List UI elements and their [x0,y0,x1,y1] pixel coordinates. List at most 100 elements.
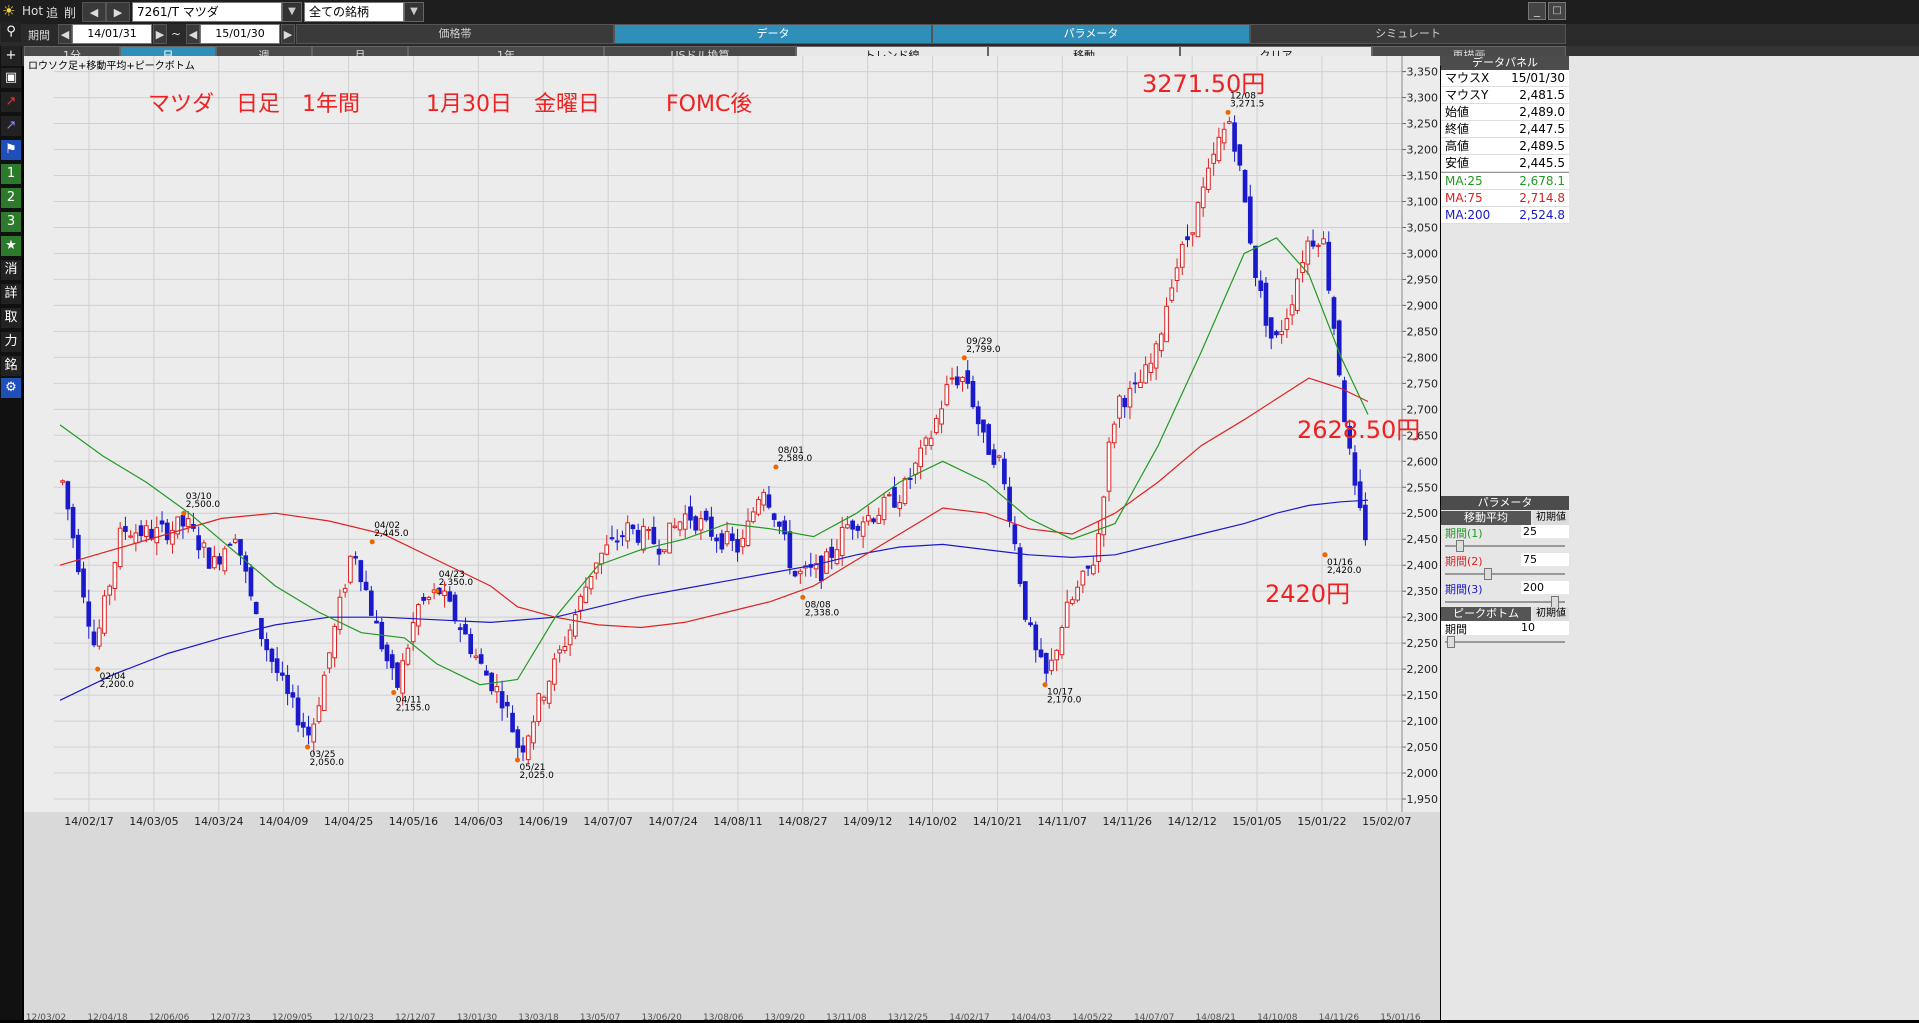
pb-period-value[interactable]: 10 [1521,621,1567,634]
tab-simulate[interactable]: シミュレート [1250,24,1566,44]
from-next-button[interactable]: ▶ [153,24,167,44]
candle-body [1357,481,1363,509]
date-to-input[interactable]: 15/01/30 [200,24,280,44]
tab-price-zone[interactable]: 価格帯 [296,24,614,44]
candle-body [81,568,86,598]
gear-icon[interactable]: ⚙ [1,378,21,398]
preset-1-button[interactable]: 1 [1,164,21,184]
candle-body [86,601,92,627]
x-tick-label: 14/12/12 [1167,815,1216,828]
candle-body [635,529,641,543]
maximize-icon[interactable]: □ [1548,2,1566,20]
data-row-label: MA:75 [1445,191,1483,205]
pb-slider-thumb[interactable] [1447,636,1455,648]
candle-body [405,647,411,665]
slider-track[interactable] [1445,573,1565,575]
x-tick-label: 14/11/07 [1038,815,1087,828]
symbol-input[interactable]: 7261/T マツダ [132,2,282,22]
candle-body [981,419,986,433]
tab-parameter[interactable]: パラメータ [932,24,1250,44]
candle-body [201,542,207,548]
candle-body [902,478,908,505]
date-from-input[interactable]: 14/01/31 [72,24,152,44]
pb-reset-button[interactable]: 初期値 [1533,607,1569,621]
candle-body [1195,202,1201,238]
star-icon[interactable]: ★ [1,236,21,256]
hot-button[interactable]: Hot [22,4,43,18]
from-prev-button[interactable]: ◀ [58,24,72,44]
detail-button[interactable]: 詳 [1,284,21,304]
x-tick-label: 14/03/24 [194,815,243,828]
x-tick-label: 14/04/25 [324,815,373,828]
candle-body [1153,343,1159,369]
overview-tick-label: 15/01/16 [1380,1013,1421,1020]
peak-bottom-marker [391,689,397,695]
candle-body [358,560,364,583]
line-icon[interactable]: ↗ [1,116,21,136]
universe-dropdown[interactable]: ▼ [404,2,424,22]
y-tick-label: 3,350 [1407,66,1439,79]
fetch-button[interactable]: 取 [1,308,21,328]
symbol-dropdown[interactable]: ▼ [282,2,302,22]
ma-period-slider[interactable] [1441,567,1569,581]
erase-button[interactable]: 消 [1,260,21,280]
slider-thumb[interactable] [1456,540,1465,552]
minimize-icon[interactable]: _ [1528,2,1546,20]
pb-slider-track[interactable] [1445,641,1565,643]
preset-2-button[interactable]: 2 [1,188,21,208]
next-symbol-button[interactable]: ▶ [106,2,130,22]
candle-body [1185,236,1190,241]
ma-period-value[interactable]: 75 [1521,553,1569,566]
candle-body [75,534,81,573]
y-tick-label: 2,000 [1407,767,1439,780]
peak-bottom-marker [434,588,440,594]
candle-body [410,621,416,643]
data-row-value: 2,481.5 [1519,88,1565,102]
overview-tick-label: 13/12/25 [888,1013,928,1020]
y-tick-label: 3,200 [1407,144,1439,157]
candle-body [531,721,536,744]
candle-body [185,518,191,528]
tab-data[interactable]: データ [614,24,932,44]
candle-body [777,521,782,527]
to-prev-button[interactable]: ◀ [186,24,200,44]
preset-3-button[interactable]: 3 [1,212,21,232]
stock-button[interactable]: 銘 [1,356,21,376]
universe-select[interactable]: 全ての銘柄 [304,2,404,22]
prev-symbol-button[interactable]: ◀ [82,2,106,22]
candle-body [1138,381,1143,388]
overview-tick-label: 14/11/26 [1319,1013,1360,1020]
candle-body [860,521,866,537]
chart-icon[interactable]: ↗ [1,92,21,112]
slider-thumb[interactable] [1484,568,1493,580]
to-next-button[interactable]: ▶ [281,24,295,44]
y-tick-label: 2,300 [1407,611,1439,624]
peak-bottom-marker [800,594,806,600]
crosshair-icon[interactable]: + [1,46,21,66]
candle-body [1132,382,1138,385]
input-button[interactable]: 力 [1,332,21,352]
overview-tick-label: 13/05/07 [580,1013,620,1020]
slider-track[interactable] [1445,601,1565,603]
ma-period-slider[interactable] [1441,539,1569,553]
candle-body [1033,624,1039,651]
price-chart[interactable]: 1,950 2,000 2,050 2,100 2,150 2,200 2,250 2,300… [24,56,1440,1023]
y-tick-label: 3,150 [1407,170,1439,183]
chart-area[interactable]: 1,950 2,000 2,050 2,100 2,150 2,200 2,250 2,300… [24,56,1440,1023]
search-icon[interactable]: ⚲ [1,22,21,42]
add-button[interactable]: 追 [46,4,58,21]
candle-body [1111,423,1117,444]
x-tick-label: 15/01/05 [1232,815,1281,828]
range-tilde: ~ [171,27,182,41]
ma-reset-button[interactable]: 初期値 [1533,511,1569,525]
flag-icon[interactable]: ⚑ [1,140,21,160]
delete-button[interactable]: 削 [64,4,76,21]
bulb-icon[interactable]: ☀ [2,2,18,20]
data-row-value: 2,447.5 [1519,122,1565,136]
x-tick-label: 14/03/05 [129,815,178,828]
ma-period-value[interactable]: 25 [1521,525,1569,538]
candle-body [1326,241,1332,291]
ma-period-value[interactable]: 200 [1521,581,1569,594]
data-row: マウスX 15/01/30 [1441,70,1569,87]
camera-icon[interactable]: ▣ [1,68,21,88]
